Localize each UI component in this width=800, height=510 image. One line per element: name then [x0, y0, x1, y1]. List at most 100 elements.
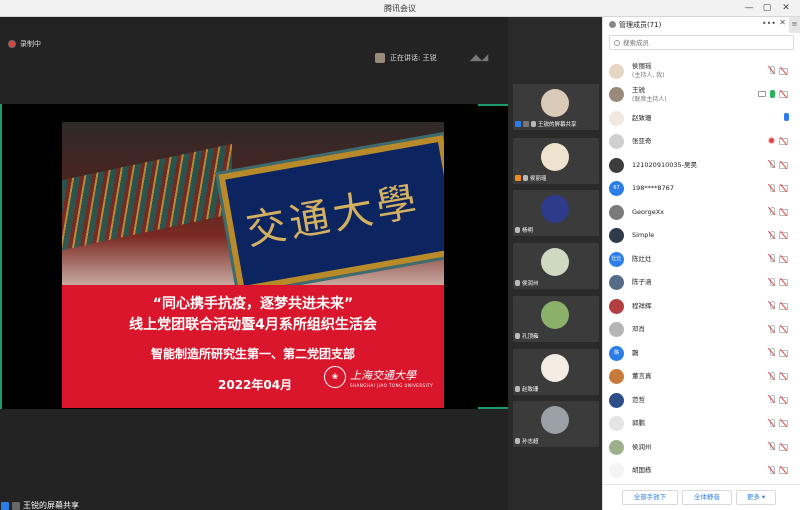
member-row[interactable]: 陈子涵	[609, 272, 795, 294]
screen-share-icon[interactable]	[758, 90, 766, 97]
video-tile[interactable]: 王锐的屏幕共享	[513, 84, 599, 130]
share-corner	[478, 407, 508, 409]
camera-off-icon[interactable]	[779, 396, 789, 404]
member-row[interactable]: 范哲	[609, 389, 795, 411]
member-panel: 管理成员(71) ••• ✕ ≡ 侯丽瑶 (主持人, 我) 王锐(联席主持人) 赵致珊…	[602, 17, 800, 510]
member-row[interactable]: 侯润州	[609, 436, 795, 458]
member-row[interactable]: Simple	[609, 225, 795, 247]
camera-off-icon[interactable]	[779, 278, 789, 286]
participant-avatar	[541, 248, 569, 276]
mic-icon	[515, 438, 520, 444]
member-name: 董言真	[632, 372, 652, 380]
share-status-bar[interactable]: 王锐的屏幕共享	[1, 500, 79, 510]
participant-avatar	[541, 89, 569, 117]
lower-all-hands-button[interactable]: 全部手放下	[622, 490, 678, 505]
member-name: 䴉	[632, 348, 639, 357]
more-options-icon[interactable]: •••	[762, 19, 776, 28]
mute-all-button[interactable]: 全体静音	[682, 490, 732, 505]
member-row[interactable]: 赵致珊	[609, 107, 795, 129]
camera-off-icon[interactable]	[779, 161, 789, 169]
camera-off-icon[interactable]	[779, 137, 789, 145]
camera-off-icon[interactable]	[779, 231, 789, 239]
member-avatar	[609, 322, 624, 337]
video-tile[interactable]: 孔顶雍	[513, 296, 599, 342]
member-row[interactable]: 郭鹏	[609, 413, 795, 435]
member-row[interactable]: 程祥辉	[609, 295, 795, 317]
member-row[interactable]: 胡国栋	[609, 460, 795, 482]
mic-icon	[515, 333, 520, 339]
camera-off-icon[interactable]	[779, 419, 789, 427]
mic-off-icon[interactable]	[768, 395, 775, 403]
camera-off-icon[interactable]	[779, 184, 789, 192]
mic-off-icon[interactable]	[768, 301, 775, 309]
video-tile[interactable]: 侯丽瑶	[513, 138, 599, 184]
mic-off-icon[interactable]	[768, 324, 775, 333]
video-strip: 王锐的屏幕共享 侯丽瑶 杨明 侯润州 孔顶雍 赵致珊 孙志超	[508, 17, 602, 510]
speaker-avatar	[375, 53, 385, 63]
camera-off-icon[interactable]	[779, 90, 789, 98]
member-row[interactable]: 董言真	[609, 366, 795, 388]
member-name: 程祥辉	[632, 301, 652, 310]
mic-off-icon[interactable]	[768, 277, 775, 286]
university-seal-icon: ❀	[324, 366, 346, 388]
mic-off-icon[interactable]	[768, 348, 775, 356]
mic-active-icon[interactable]	[784, 113, 789, 121]
speaking-indicator: 正在讲话: 王锐 ◢◣◢	[375, 53, 488, 63]
member-avatar	[609, 275, 624, 290]
camera-off-icon[interactable]	[779, 349, 789, 357]
mic-off-icon[interactable]	[768, 160, 775, 168]
member-row[interactable]: 灶灶 陈灶灶	[609, 248, 795, 270]
mic-off-icon[interactable]	[768, 418, 775, 427]
video-tile[interactable]: 孙志超	[513, 401, 599, 447]
participant-avatar	[541, 354, 569, 382]
mic-off-icon[interactable]	[768, 254, 775, 262]
member-row[interactable]: 邓肖	[609, 319, 795, 341]
mic-off-icon[interactable]	[768, 442, 775, 450]
member-avatar	[609, 134, 624, 149]
video-tile[interactable]: 杨明	[513, 190, 599, 236]
camera-off-icon[interactable]	[779, 325, 789, 333]
maximize-button[interactable]: ▢	[760, 2, 774, 14]
more-button[interactable]: 更多 ▾	[736, 490, 776, 505]
camera-off-icon[interactable]	[779, 302, 789, 310]
camera-off-icon[interactable]	[779, 67, 789, 75]
person-icon	[1, 501, 9, 510]
minimize-button[interactable]: —	[742, 2, 756, 14]
tile-label: 孔顶雍	[522, 334, 539, 340]
member-name: GeorgeXx	[632, 207, 664, 216]
mic-on-icon[interactable]	[770, 89, 775, 98]
camera-off-icon[interactable]	[779, 255, 789, 263]
camera-off-icon[interactable]	[779, 208, 789, 216]
member-row[interactable]: 侯丽瑶 (主持人, 我)	[609, 60, 795, 82]
member-row[interactable]: 121020910035-吴昊	[609, 154, 795, 176]
close-window-button[interactable]: ✕	[779, 2, 793, 14]
camera-off-icon[interactable]	[779, 443, 789, 451]
camera-off-icon[interactable]	[779, 372, 789, 380]
video-tile[interactable]: 赵致珊	[513, 349, 599, 395]
mic-off-icon[interactable]	[768, 66, 775, 74]
member-row[interactable]: 王锐 (联席主持人)	[609, 84, 795, 106]
participant-avatar	[541, 195, 569, 223]
video-tile[interactable]: 侯润州	[513, 243, 599, 289]
camera-off-icon[interactable]	[779, 466, 789, 474]
side-menu-icon[interactable]: ≡	[789, 17, 800, 33]
member-search-input[interactable]	[623, 38, 783, 47]
mic-off-icon[interactable]	[768, 230, 775, 239]
mic-off-icon[interactable]	[768, 465, 775, 474]
member-name: Simple	[632, 231, 655, 239]
member-row[interactable]: 张亚奇	[609, 131, 795, 153]
mic-icon	[515, 386, 520, 392]
member-search[interactable]	[609, 35, 794, 50]
close-panel-icon[interactable]: ✕	[779, 18, 786, 27]
mic-off-icon[interactable]	[768, 371, 775, 380]
mic-off-icon[interactable]	[768, 207, 775, 215]
member-row[interactable]: 䴉䴉	[609, 342, 795, 364]
member-avatar	[609, 369, 624, 384]
record-icon[interactable]	[768, 136, 775, 144]
presentation-slide: 交通大學 “同心携手抗疫，逐梦共进未来” 线上党团联合活动暨4月系所组织生活会 …	[62, 122, 444, 408]
members-icon	[609, 21, 616, 28]
mic-off-icon[interactable]	[768, 183, 775, 192]
member-row[interactable]: 67 198****8767	[609, 178, 795, 200]
recording-indicator[interactable]: 录制中	[8, 39, 41, 49]
member-row[interactable]: GeorgeXx	[609, 201, 795, 223]
